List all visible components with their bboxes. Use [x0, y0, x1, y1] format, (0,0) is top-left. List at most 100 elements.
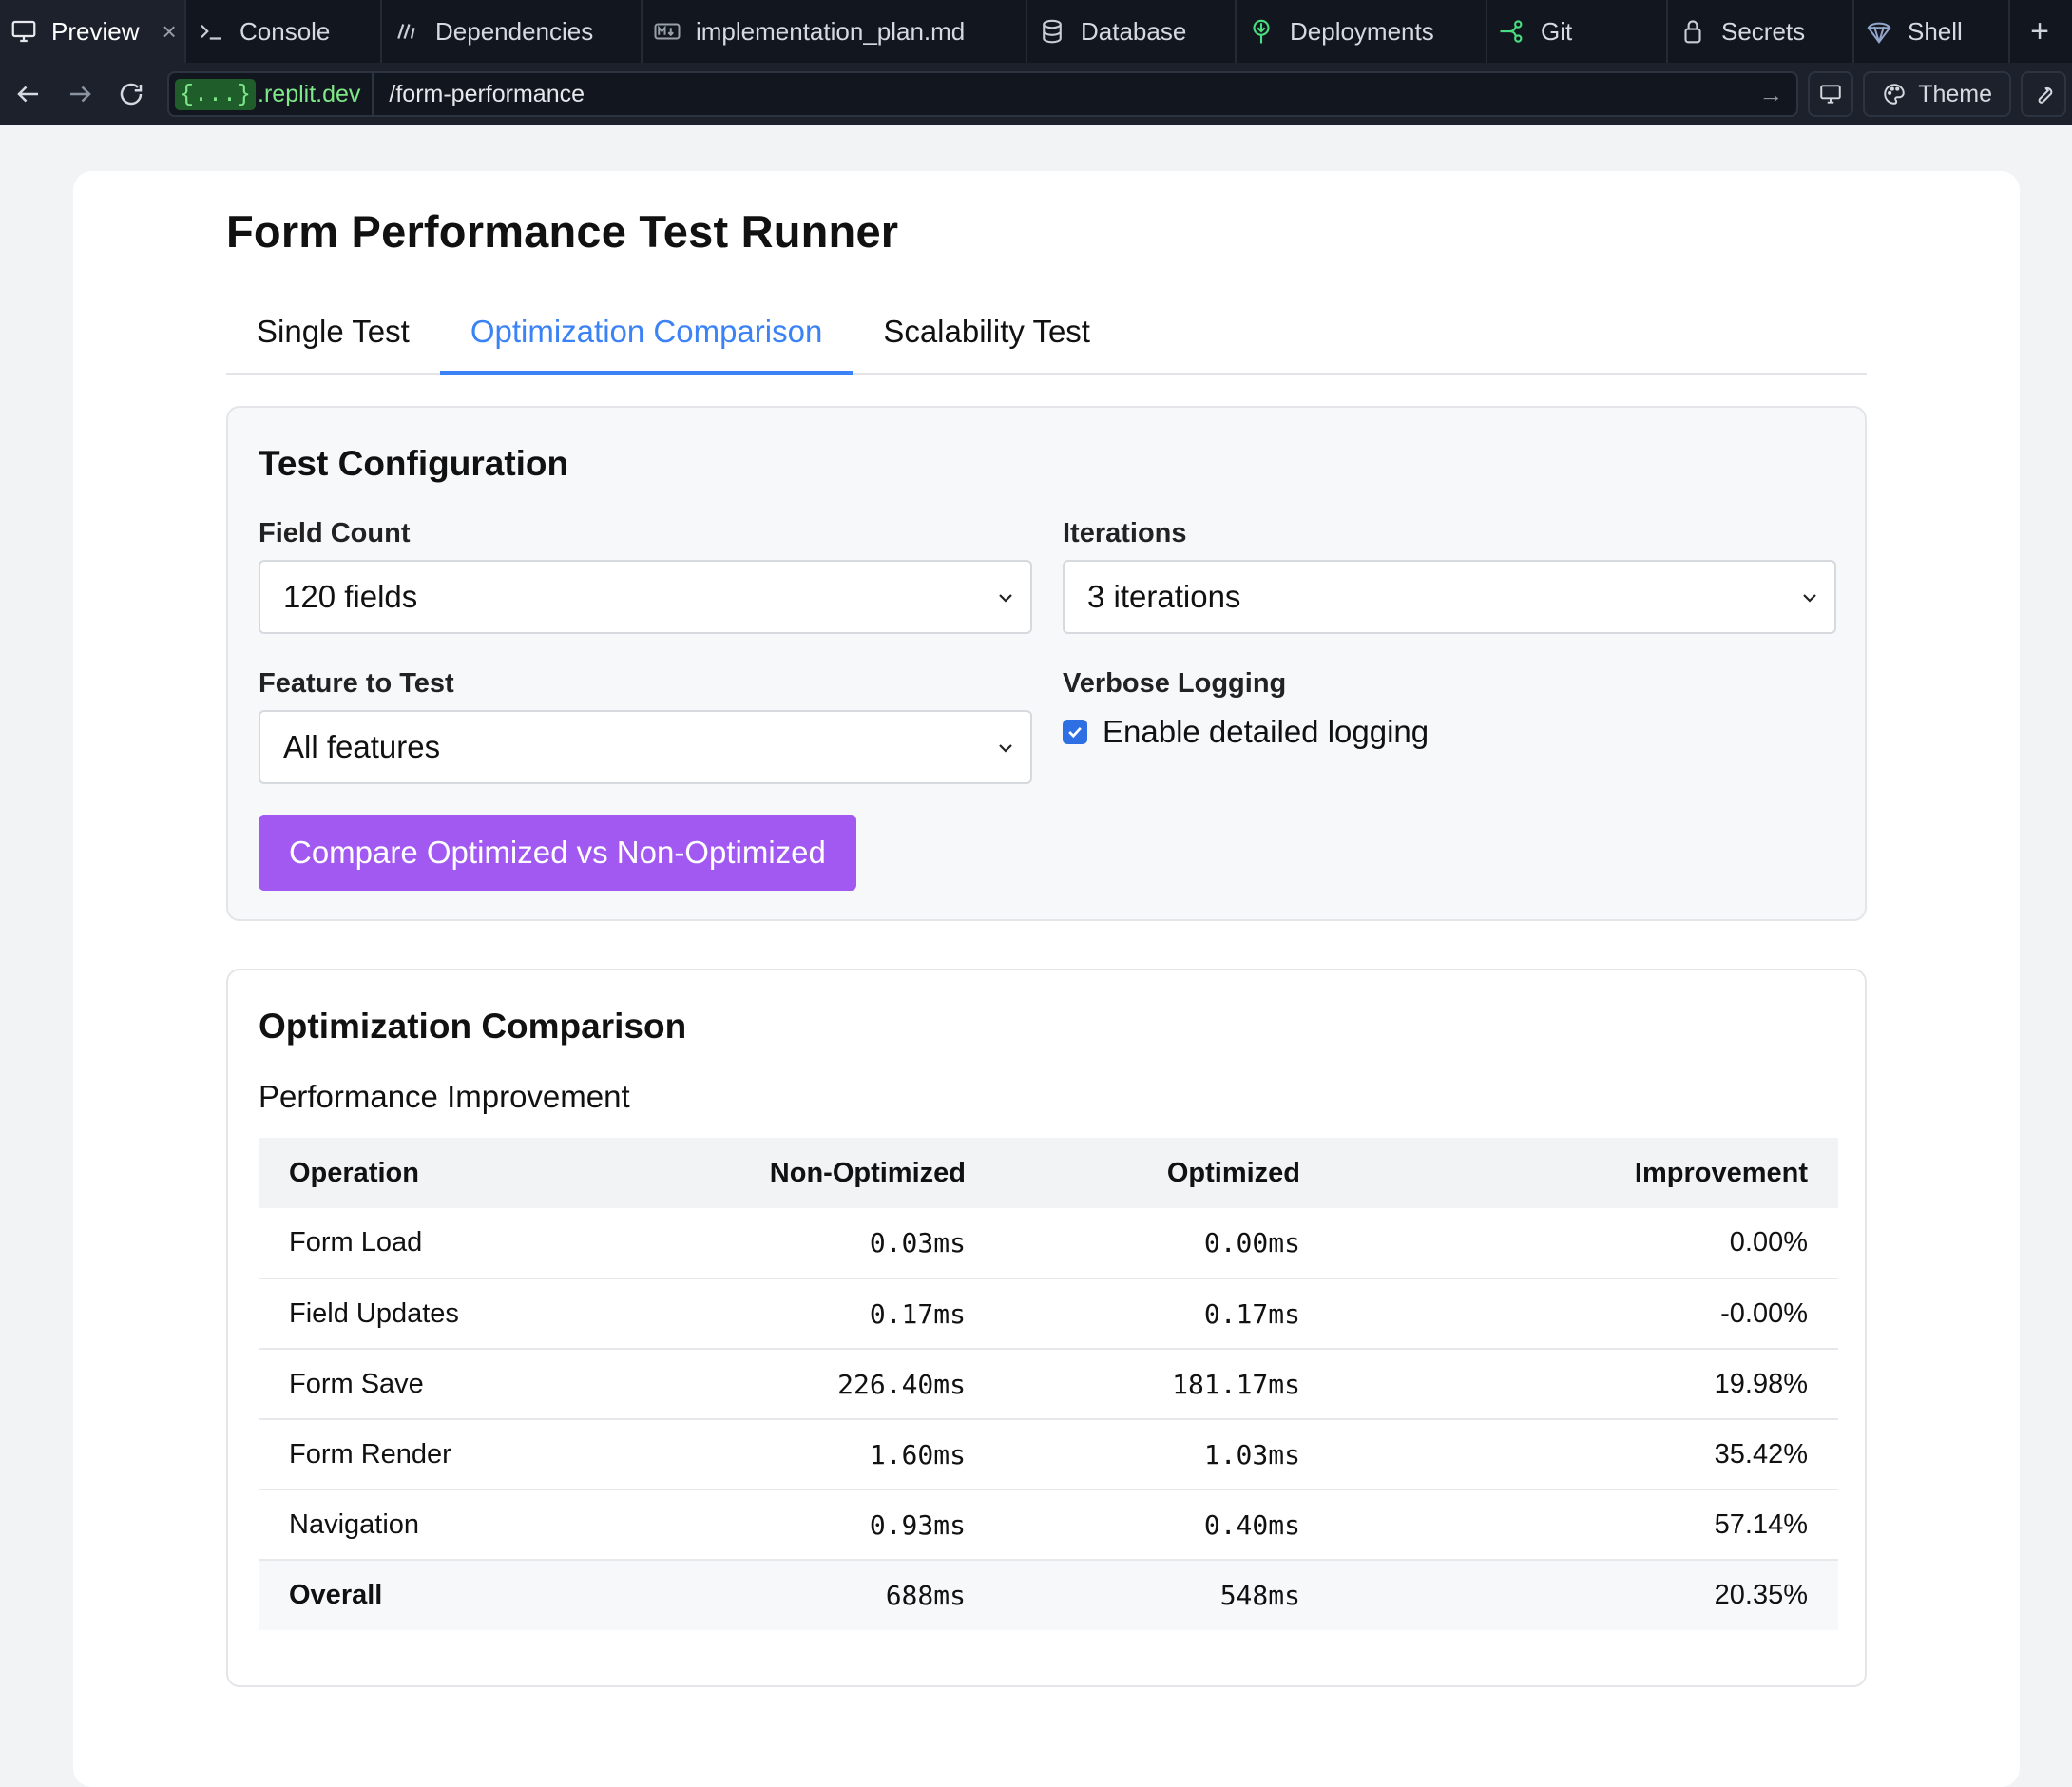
- url-path[interactable]: /form-performance: [374, 81, 1758, 108]
- tab-optimization-comparison[interactable]: Optimization Comparison: [439, 171, 854, 375]
- tab-secrets[interactable]: Secrets: [1668, 0, 1854, 63]
- field-count-label: Field Count: [259, 518, 411, 548]
- chevron-down-icon: [999, 744, 1012, 753]
- tab-scalability-test[interactable]: Scalability Test: [853, 171, 1121, 375]
- comparison-table: Operation Non-Optimized Optimized Improv…: [259, 1138, 1838, 1630]
- non-optimized-cell: 0.93ms: [658, 1489, 996, 1561]
- tab-label: Dependencies: [435, 16, 594, 46]
- optimized-cell: 1.03ms: [996, 1419, 1331, 1490]
- domain-display: {...} .replit.dev: [175, 73, 374, 115]
- optimized-cell: 548ms: [996, 1560, 1331, 1630]
- address-field[interactable]: {...} .replit.dev /form-performance →: [167, 71, 1799, 117]
- tab-label: Database: [1081, 16, 1187, 46]
- table-row: Field Updates 0.17ms 0.17ms -0.00%: [259, 1278, 1838, 1350]
- improvement-cell: 35.42%: [1331, 1419, 1838, 1490]
- close-icon[interactable]: ×: [162, 17, 176, 47]
- optimized-cell: 0.40ms: [996, 1489, 1331, 1561]
- tab-label: Secrets: [1721, 16, 1806, 46]
- non-optimized-cell: 0.03ms: [658, 1208, 996, 1279]
- ide-tab-bar: Preview × Console Dependencies implement…: [0, 0, 2072, 63]
- tab-label: Git: [1541, 16, 1573, 46]
- operation-cell: Field Updates: [259, 1278, 658, 1350]
- chevron-down-icon: [1803, 594, 1816, 603]
- reload-button[interactable]: [110, 73, 152, 115]
- verbose-logging-checkbox[interactable]: [1063, 720, 1087, 744]
- deployments-icon: [1246, 16, 1276, 47]
- feature-select[interactable]: All features: [259, 710, 1032, 784]
- table-row: Navigation 0.93ms 0.40ms 57.14%: [259, 1489, 1838, 1561]
- optimization-results-panel: Optimization Comparison Performance Impr…: [226, 969, 1867, 1687]
- tab-implementation-plan[interactable]: implementation_plan.md: [643, 0, 1027, 63]
- tab-git[interactable]: Git: [1487, 0, 1668, 63]
- table-row: Form Save 226.40ms 181.17ms 19.98%: [259, 1349, 1838, 1420]
- tab-label: Preview: [51, 16, 140, 46]
- improvement-cell: -0.00%: [1331, 1278, 1838, 1350]
- devtools-button[interactable]: [2021, 71, 2066, 117]
- theme-button[interactable]: Theme: [1863, 71, 2011, 117]
- theme-label: Theme: [1918, 80, 1992, 107]
- lock-icon: [1678, 16, 1708, 47]
- url-bar: {...} .replit.dev /form-performance → Th…: [0, 63, 2072, 125]
- operation-cell: Form Save: [259, 1349, 658, 1420]
- add-tab-button[interactable]: +: [2010, 0, 2069, 63]
- monitor-icon: [10, 16, 38, 47]
- field-count-value: 120 fields: [283, 579, 418, 614]
- arrow-right-icon: [70, 86, 91, 103]
- table-row: Form Load 0.03ms 0.00ms 0.00%: [259, 1208, 1838, 1279]
- verbose-logging-label: Verbose Logging: [1063, 668, 1287, 699]
- column-header: Improvement: [1331, 1138, 1838, 1208]
- tab-deployments[interactable]: Deployments: [1237, 0, 1487, 63]
- go-arrow-icon[interactable]: →: [1758, 80, 1796, 109]
- table-header-row: Operation Non-Optimized Optimized Improv…: [259, 1138, 1838, 1208]
- column-header: Optimized: [996, 1138, 1331, 1208]
- palette-icon: [1884, 84, 1905, 105]
- database-icon: [1037, 16, 1067, 47]
- optimized-cell: 0.00ms: [996, 1208, 1331, 1279]
- tab-shell[interactable]: Shell: [1854, 0, 2010, 63]
- back-button[interactable]: [8, 73, 49, 115]
- config-heading: Test Configuration: [259, 444, 569, 483]
- tab-database[interactable]: Database: [1027, 0, 1237, 63]
- verbose-logging-row: Enable detailed logging: [1063, 714, 1429, 750]
- domain-badge: {...}: [175, 78, 257, 110]
- operation-cell: Form Load: [259, 1208, 658, 1279]
- verbose-logging-checkbox-label[interactable]: Enable detailed logging: [1103, 714, 1429, 750]
- device-preview-button[interactable]: [1808, 71, 1854, 117]
- improvement-cell: 20.35%: [1331, 1560, 1838, 1630]
- wrench-icon: [2038, 86, 2053, 104]
- field-count-select[interactable]: 120 fields: [259, 560, 1032, 634]
- compare-button[interactable]: Compare Optimized vs Non-Optimized: [259, 815, 856, 891]
- test-mode-tabs: Single Test Optimization Comparison Scal…: [226, 171, 1121, 375]
- tab-label: Console: [240, 16, 331, 46]
- tab-preview[interactable]: Preview ×: [0, 0, 186, 63]
- tab-label: Deployments: [1290, 16, 1434, 46]
- non-optimized-cell: 688ms: [658, 1560, 996, 1630]
- domain-host: .replit.dev: [258, 80, 361, 107]
- reload-icon: [120, 83, 143, 106]
- feature-label: Feature to Test: [259, 668, 454, 699]
- git-icon: [1497, 16, 1527, 47]
- column-header: Operation: [259, 1138, 658, 1208]
- tab-single-test[interactable]: Single Test: [226, 171, 440, 375]
- non-optimized-cell: 226.40ms: [658, 1349, 996, 1420]
- overall-row: Overall 688ms 548ms 20.35%: [259, 1560, 1838, 1630]
- tab-label: implementation_plan.md: [696, 16, 966, 46]
- tab-console[interactable]: Console: [186, 0, 382, 63]
- markdown-icon: [652, 16, 682, 47]
- tab-dependencies[interactable]: Dependencies: [382, 0, 643, 63]
- improvement-cell: 0.00%: [1331, 1208, 1838, 1279]
- operation-cell: Navigation: [259, 1489, 658, 1561]
- iterations-select[interactable]: 3 iterations: [1063, 560, 1836, 634]
- test-configuration-panel: Test Configuration Field Count 120 field…: [226, 406, 1867, 921]
- checkmark-icon: [1068, 726, 1082, 739]
- forward-button[interactable]: [59, 73, 101, 115]
- operation-cell: Form Render: [259, 1419, 658, 1490]
- results-subheading: Performance Improvement: [259, 1079, 630, 1114]
- iterations-value: 3 iterations: [1087, 579, 1241, 614]
- non-optimized-cell: 1.60ms: [658, 1419, 996, 1490]
- results-heading: Optimization Comparison: [259, 1007, 687, 1046]
- dependencies-icon: [392, 16, 422, 47]
- column-header: Non-Optimized: [658, 1138, 996, 1208]
- arrow-left-icon: [17, 86, 38, 103]
- non-optimized-cell: 0.17ms: [658, 1278, 996, 1350]
